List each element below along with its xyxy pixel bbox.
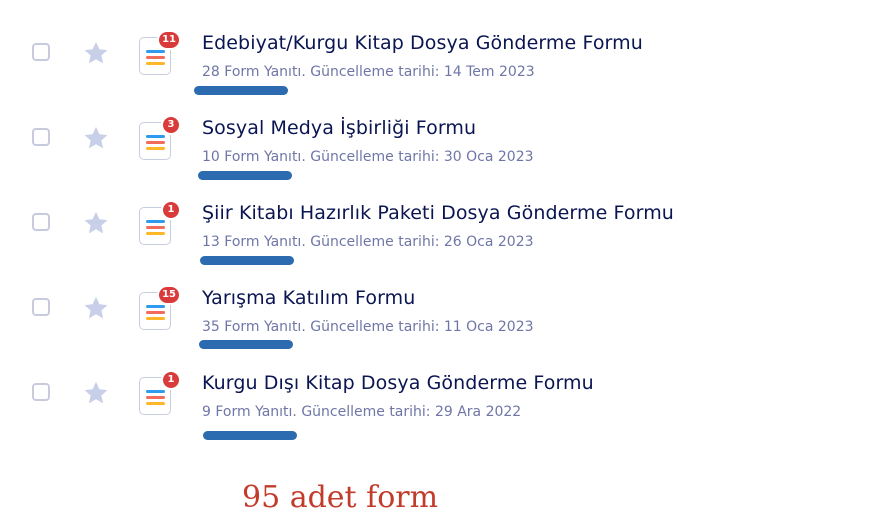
unread-badge: 1 [161,370,181,390]
form-title[interactable]: Yarışma Katılım Formu [202,287,415,309]
form-meta: 28 Form Yanıtı. Güncelleme tarihi: 14 Te… [202,64,535,80]
form-row[interactable]: 1 Şiir Kitabı Hazırlık Paketi Dosya Gönd… [0,170,886,265]
form-count-annotation: 95 adet form [242,480,439,515]
form-meta: 35 Form Yanıtı. Güncelleme tarihi: 11 Oc… [202,319,534,335]
form-icon[interactable]: 15 [139,285,181,330]
form-icon[interactable]: 1 [139,200,181,245]
select-checkbox[interactable] [32,43,50,61]
form-meta: 10 Form Yanıtı. Güncelleme tarihi: 30 Oc… [202,149,534,165]
form-row[interactable]: 11 Edebiyat/Kurgu Kitap Dosya Gönderme F… [0,0,886,95]
select-checkbox[interactable] [32,128,50,146]
unread-badge: 15 [157,285,181,305]
form-title[interactable]: Kurgu Dışı Kitap Dosya Gönderme Formu [202,372,594,394]
select-checkbox[interactable] [32,298,50,316]
form-title[interactable]: Şiir Kitabı Hazırlık Paketi Dosya Gönder… [202,202,674,224]
form-icon[interactable]: 11 [139,30,181,75]
form-row[interactable]: 1 Kurgu Dışı Kitap Dosya Gönderme Formu … [0,340,886,440]
star-icon[interactable] [82,379,110,407]
unread-badge: 11 [157,30,181,50]
form-title[interactable]: Sosyal Medya İşbirliği Formu [202,117,476,139]
highlight-underline [203,431,297,440]
form-row[interactable]: 3 Sosyal Medya İşbirliği Formu 10 Form Y… [0,85,886,180]
star-icon[interactable] [82,39,110,67]
unread-badge: 1 [161,200,181,220]
star-icon[interactable] [82,294,110,322]
form-meta: 9 Form Yanıtı. Güncelleme tarihi: 29 Ara… [202,404,522,420]
star-icon[interactable] [82,209,110,237]
star-icon[interactable] [82,124,110,152]
form-row[interactable]: 15 Yarışma Katılım Formu 35 Form Yanıtı.… [0,255,886,349]
select-checkbox[interactable] [32,213,50,231]
unread-badge: 3 [161,115,181,135]
form-icon[interactable]: 1 [139,370,181,415]
form-title[interactable]: Edebiyat/Kurgu Kitap Dosya Gönderme Form… [202,32,643,54]
form-icon[interactable]: 3 [139,115,181,160]
select-checkbox[interactable] [32,383,50,401]
form-meta: 13 Form Yanıtı. Güncelleme tarihi: 26 Oc… [202,234,534,250]
